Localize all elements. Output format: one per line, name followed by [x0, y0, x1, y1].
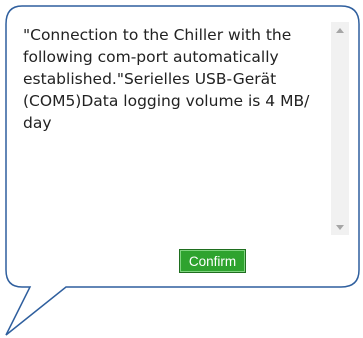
triangle-up-icon — [336, 27, 344, 33]
scroll-up-button[interactable] — [331, 22, 349, 38]
confirm-button[interactable]: Confirm — [179, 249, 246, 273]
speech-bubble-dialog: "Connection to the Chiller with the foll… — [0, 0, 363, 338]
vertical-scrollbar[interactable] — [331, 22, 349, 235]
message-text: "Connection to the Chiller with the foll… — [23, 26, 315, 132]
message-text-area: "Connection to the Chiller with the foll… — [21, 22, 326, 237]
scroll-down-button[interactable] — [331, 219, 349, 235]
triangle-down-icon — [336, 224, 344, 230]
